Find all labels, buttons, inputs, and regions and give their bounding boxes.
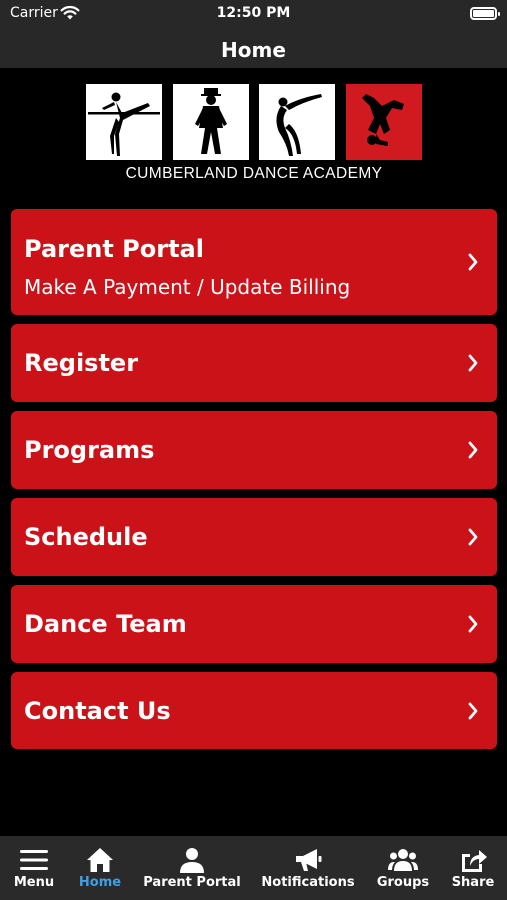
- logo-wordmark: CUMBERLAND DANCE ACADEMY: [125, 165, 383, 182]
- tab-parent-portal[interactable]: Parent Portal: [142, 836, 242, 900]
- menu-item-label: Register: [24, 349, 139, 377]
- menu-item-label: Parent Portal: [24, 235, 204, 263]
- menu-item-subtitle: Make A Payment / Update Billing: [24, 275, 351, 299]
- tab-label: Notifications: [261, 875, 355, 890]
- chevron-right-icon: [468, 702, 478, 720]
- tab-groups[interactable]: Groups: [372, 836, 434, 900]
- register-button[interactable]: Register: [11, 324, 497, 402]
- ballet-dancer-icon: [86, 84, 162, 160]
- tab-home[interactable]: Home: [70, 836, 130, 900]
- chevron-right-icon: [468, 354, 478, 372]
- navigation-header: Carrier 12:50 PM Home: [0, 0, 507, 68]
- tab-share[interactable]: Share: [444, 836, 502, 900]
- academy-logo: CUMBERLAND DANCE ACADEMY: [86, 84, 422, 186]
- chevron-right-icon: [468, 528, 478, 546]
- chevron-right-icon: [468, 253, 478, 271]
- status-bar: Carrier 12:50 PM: [0, 0, 507, 28]
- tab-label: Home: [78, 875, 122, 890]
- menu-item-label: Schedule: [24, 523, 148, 551]
- dance-team-button[interactable]: Dance Team: [11, 585, 497, 663]
- parent-portal-button[interactable]: Parent Portal Make A Payment / Update Bi…: [11, 209, 497, 315]
- chevron-right-icon: [468, 441, 478, 459]
- tab-menu[interactable]: Menu: [4, 836, 64, 900]
- tab-bar: Menu Home Parent Portal Notifications Gr…: [0, 836, 507, 900]
- breakdancer-icon: [346, 84, 422, 160]
- tab-label: Share: [451, 875, 495, 890]
- chevron-right-icon: [468, 615, 478, 633]
- menu-item-label: Programs: [24, 436, 155, 464]
- tab-label: Menu: [13, 875, 55, 890]
- tab-label: Groups: [376, 875, 430, 890]
- tab-label: Parent Portal: [143, 875, 241, 890]
- menu-item-label: Dance Team: [24, 610, 187, 638]
- leaping-dancer-icon: [259, 84, 335, 160]
- page-title: Home: [221, 38, 286, 62]
- tap-dancer-icon: [173, 84, 249, 160]
- user-icon: [180, 848, 204, 873]
- share-icon: [462, 850, 487, 872]
- home-icon: [87, 848, 113, 872]
- battery-icon: [470, 7, 500, 20]
- group-icon: [388, 849, 418, 871]
- programs-button[interactable]: Programs: [11, 411, 497, 489]
- menu-item-label: Contact Us: [24, 697, 171, 725]
- schedule-button[interactable]: Schedule: [11, 498, 497, 576]
- megaphone-icon: [296, 849, 322, 871]
- tab-notifications[interactable]: Notifications: [258, 836, 358, 900]
- contact-us-button[interactable]: Contact Us: [11, 672, 497, 749]
- clock: 12:50 PM: [216, 5, 291, 21]
- hamburger-icon: [20, 850, 48, 870]
